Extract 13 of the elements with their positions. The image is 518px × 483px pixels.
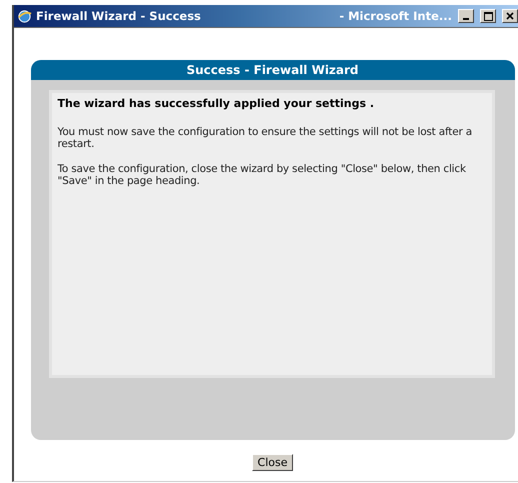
success-heading: The wizard has successfully applied your settings .: [58, 97, 376, 110]
globe-icon: [17, 8, 32, 24]
close-button[interactable]: Close: [252, 454, 294, 471]
message-paragraph: To save the configuration, close the wizard by selecting "Close" below, then click "Save" in the page heading.: [58, 163, 467, 187]
app-title: - Microsoft Inte...: [339, 9, 452, 23]
maximize-icon: [484, 12, 492, 20]
close-button[interactable]: [502, 9, 518, 23]
minimize-button[interactable]: [458, 9, 474, 23]
maximize-button[interactable]: [480, 9, 496, 23]
close-icon: [506, 12, 514, 20]
panel-title: Success - Firewall Wizard: [30, 60, 514, 80]
window-title: Firewall Wizard - Success: [36, 9, 201, 23]
message-paragraph: You must now save the configuration to ensure the settings will not be lost after a restart.: [58, 126, 473, 150]
